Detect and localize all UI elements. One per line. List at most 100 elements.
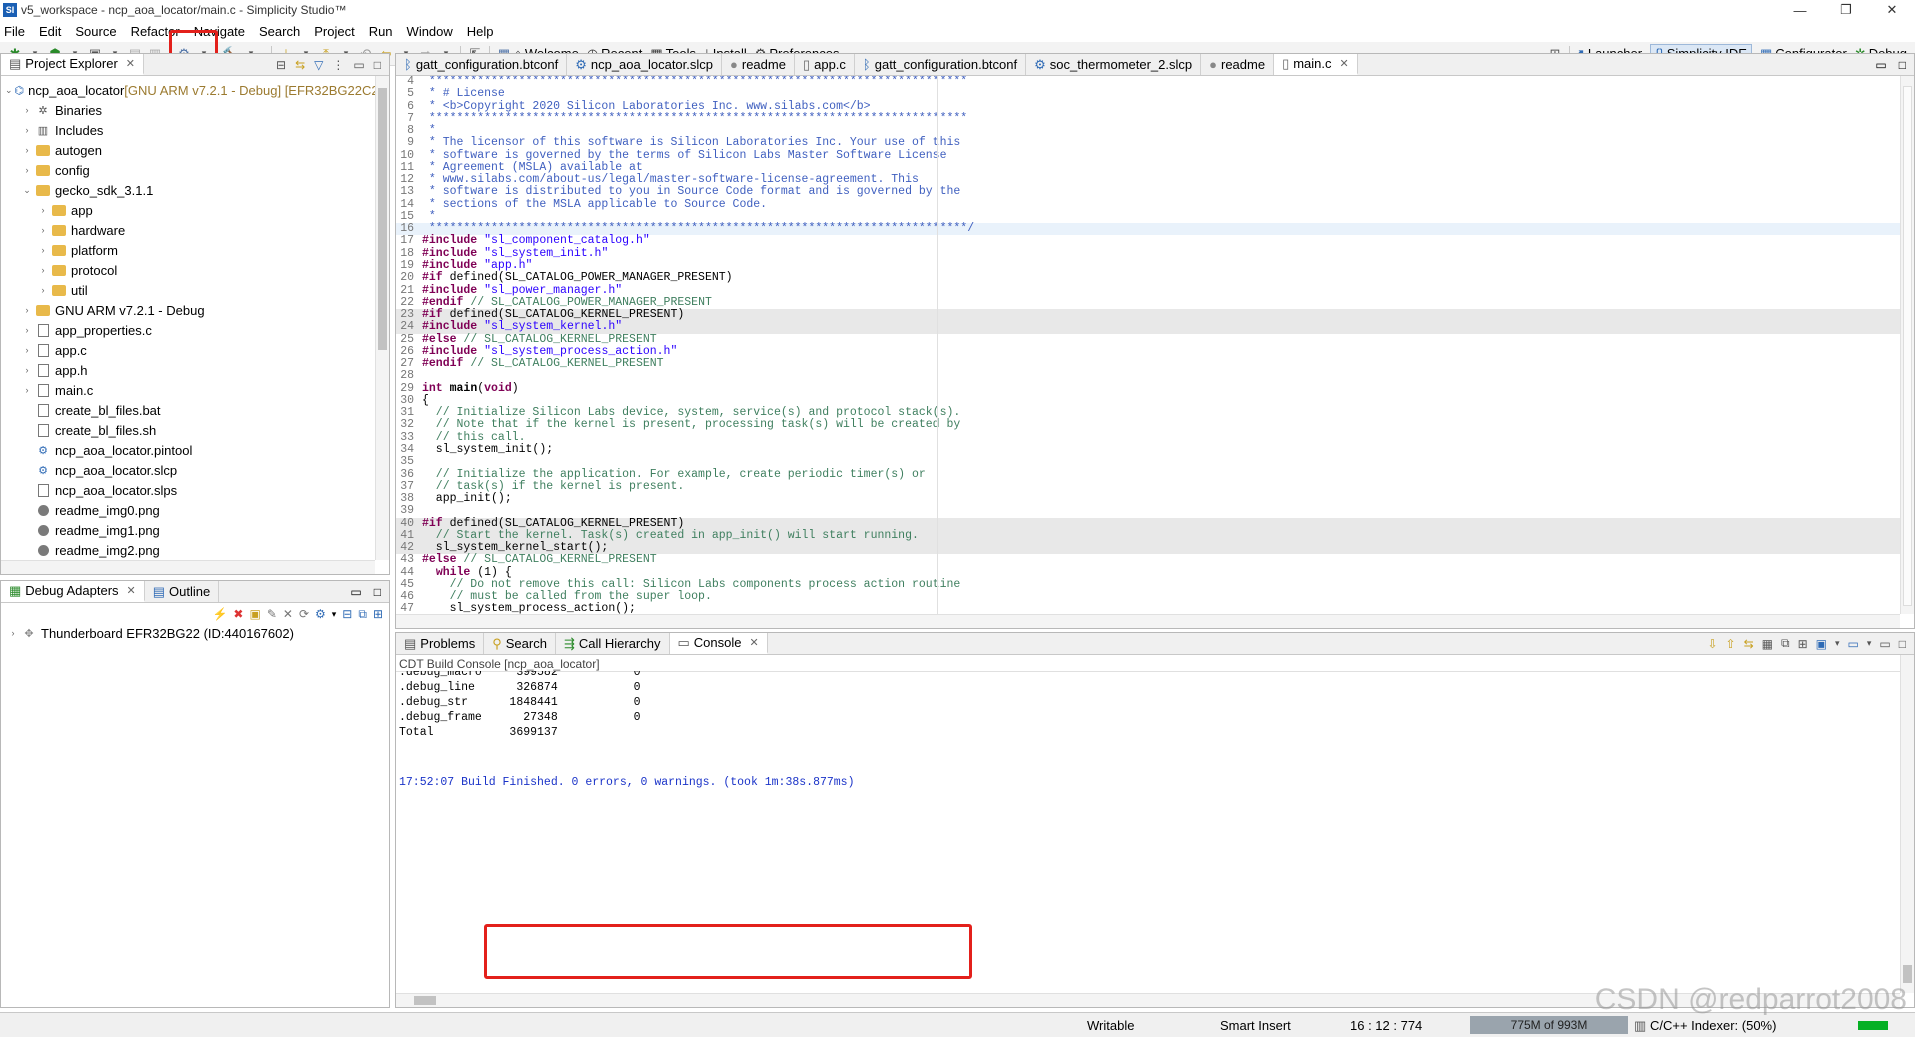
scroll-lock-icon[interactable]: ⇩ — [1707, 637, 1717, 651]
editor-tab[interactable]: ᛒ gatt_configuration.btconf — [855, 54, 1027, 75]
expand-icon[interactable]: › — [21, 365, 33, 375]
expand-icon[interactable]: › — [37, 265, 49, 275]
adapter-row[interactable]: › ✥ Thunderboard EFR32BG22 (ID:440167602… — [7, 623, 294, 643]
expand-icon[interactable]: › — [7, 628, 19, 638]
tree-item[interactable]: › app.h — [1, 360, 375, 380]
tree-item[interactable]: › platform — [1, 240, 375, 260]
close-button[interactable]: ✕ — [1869, 0, 1915, 20]
expand-icon[interactable]: › — [21, 165, 33, 175]
expand-icon[interactable]: › — [21, 345, 33, 355]
tab-debug-adapters[interactable]: ▦ Debug Adapters ✕ — [1, 581, 145, 602]
menu-source[interactable]: Source — [75, 24, 116, 39]
scroll-thumb[interactable] — [414, 996, 436, 1005]
expand-icon[interactable]: › — [21, 105, 33, 115]
code-editor[interactable]: 4 **************************************… — [396, 76, 1900, 614]
scroll-up-icon[interactable]: ⇧ — [1726, 637, 1736, 651]
expand-icon[interactable]: › — [21, 305, 33, 315]
menu-window[interactable]: Window — [407, 24, 453, 39]
folder-icon[interactable]: ▣ — [249, 607, 260, 621]
tree-item[interactable]: › app.c — [1, 340, 375, 360]
editor-hscroll[interactable] — [396, 614, 1900, 628]
dropdown-icon[interactable]: ▾ — [332, 609, 337, 620]
editor-tab[interactable]: ● readme — [722, 54, 795, 75]
menu-help[interactable]: Help — [467, 24, 494, 39]
tab-problems[interactable]: ▤ Problems — [396, 633, 485, 654]
editor-tab[interactable]: ⚙ soc_thermometer_2.slcp — [1026, 54, 1202, 75]
tree-item[interactable]: › autogen — [1, 140, 375, 160]
minimize-icon[interactable]: ▭ — [1879, 637, 1890, 651]
tree-item[interactable]: › ✲ Binaries — [1, 100, 375, 120]
refresh-icon[interactable]: ⟳ — [299, 607, 309, 621]
tab-search[interactable]: ⚲ Search — [484, 633, 556, 654]
tree-item[interactable]: readme_img2.png — [1, 540, 375, 560]
tree-item[interactable]: ⌄ gecko_sdk_3.1.1 — [1, 180, 375, 200]
gear-icon[interactable]: ⚙ — [315, 607, 326, 621]
expand-icon[interactable]: › — [37, 285, 49, 295]
expand-icon[interactable]: › — [21, 385, 33, 395]
restore-button[interactable]: ❐ — [1823, 0, 1869, 20]
word-wrap-icon[interactable]: ⇆ — [1744, 637, 1754, 651]
tab-outline[interactable]: ▤ Outline — [145, 581, 220, 602]
dropdown-icon[interactable]: ▾ — [1867, 638, 1872, 649]
editor-vscroll[interactable] — [1900, 76, 1914, 614]
editor-tab[interactable]: ▯ app.c — [795, 54, 855, 75]
disconnect-icon[interactable]: ✖ — [233, 607, 243, 621]
editor-tab[interactable]: ⚙ ncp_aoa_locator.slcp — [567, 54, 723, 75]
tree-item[interactable]: › GNU ARM v7.2.1 - Debug — [1, 300, 375, 320]
menu-project[interactable]: Project — [314, 24, 354, 39]
dropdown-icon[interactable]: ▾ — [1835, 638, 1840, 649]
close-icon[interactable]: ✕ — [127, 584, 136, 597]
maximize-icon[interactable]: □ — [374, 585, 381, 599]
tab-call-hierarchy[interactable]: ⇶ Call Hierarchy — [556, 633, 670, 654]
tree-item[interactable]: readme_img0.png — [1, 500, 375, 520]
memory-bar[interactable]: 775M of 993M — [1470, 1016, 1628, 1034]
expand-icon[interactable]: › — [37, 245, 49, 255]
minimize-button[interactable]: — — [1777, 0, 1823, 20]
close-icon[interactable]: ✕ — [750, 636, 759, 649]
edit-icon[interactable]: ✎ — [267, 607, 277, 621]
collapse-icon[interactable]: ⌄ — [5, 85, 13, 96]
tree-item[interactable]: › util — [1, 280, 375, 300]
filter-icon[interactable]: ▽ — [314, 58, 323, 72]
expand-icon[interactable]: › — [21, 145, 33, 155]
collapse-icon[interactable]: ⊟ — [342, 607, 352, 621]
tree-item[interactable]: ⌄ ⌬ ncp_aoa_locator [GNU ARM v7.2.1 - Debu… — [1, 80, 375, 100]
open-console-icon[interactable]: ▭ — [1848, 637, 1859, 651]
tab-console[interactable]: ▭ Console ✕ — [669, 633, 768, 654]
expand-icon[interactable]: › — [37, 225, 49, 235]
tree-item[interactable]: › main.c — [1, 380, 375, 400]
pin-icon[interactable]: ⊞ — [1798, 637, 1808, 651]
close-icon[interactable]: ✕ — [126, 57, 135, 70]
connect-icon[interactable]: ⚡ — [212, 607, 227, 621]
tree-item[interactable]: ⚙ ncp_aoa_locator.pintool — [1, 440, 375, 460]
menu-edit[interactable]: Edit — [39, 24, 61, 39]
tree-item[interactable]: › ▥ Includes — [1, 120, 375, 140]
explorer-hscroll[interactable] — [1, 560, 375, 574]
menu-run[interactable]: Run — [369, 24, 393, 39]
minimize-icon[interactable]: ▭ — [350, 585, 361, 599]
copy-icon[interactable]: ⧉ — [1781, 636, 1790, 651]
editor-tab[interactable]: ● readme — [1201, 54, 1275, 75]
maximize-icon[interactable]: □ — [1899, 58, 1906, 72]
tree-item[interactable]: › config — [1, 160, 375, 180]
menu-search[interactable]: Search — [259, 24, 300, 39]
tree-item[interactable]: create_bl_files.sh — [1, 420, 375, 440]
trash-icon[interactable]: ▥ — [1634, 1018, 1646, 1034]
clear-console-icon[interactable]: ▦ — [1762, 637, 1773, 651]
scroll-thumb[interactable] — [1903, 965, 1912, 983]
tree-item[interactable]: ⚙ ncp_aoa_locator.slcp — [1, 460, 375, 480]
expand-icon[interactable]: › — [37, 205, 49, 215]
copy-icon[interactable]: ⧉ — [358, 607, 367, 622]
tree-item[interactable]: create_bl_files.bat — [1, 400, 375, 420]
tree-item[interactable]: › protocol — [1, 260, 375, 280]
collapse-icon[interactable]: ⌄ — [21, 185, 33, 196]
tree-item[interactable]: › app_properties.c — [1, 320, 375, 340]
maximize-icon[interactable]: □ — [1899, 637, 1906, 651]
expand-icon[interactable]: › — [21, 125, 33, 135]
console-vscroll[interactable] — [1900, 655, 1914, 993]
expand-icon[interactable]: ⊞ — [373, 607, 383, 621]
collapse-all-icon[interactable]: ⊟ — [276, 58, 286, 72]
minimize-icon[interactable]: ▭ — [353, 58, 364, 72]
close-icon[interactable]: ✕ — [1340, 57, 1349, 70]
view-menu-icon[interactable]: ⋮ — [332, 58, 344, 72]
